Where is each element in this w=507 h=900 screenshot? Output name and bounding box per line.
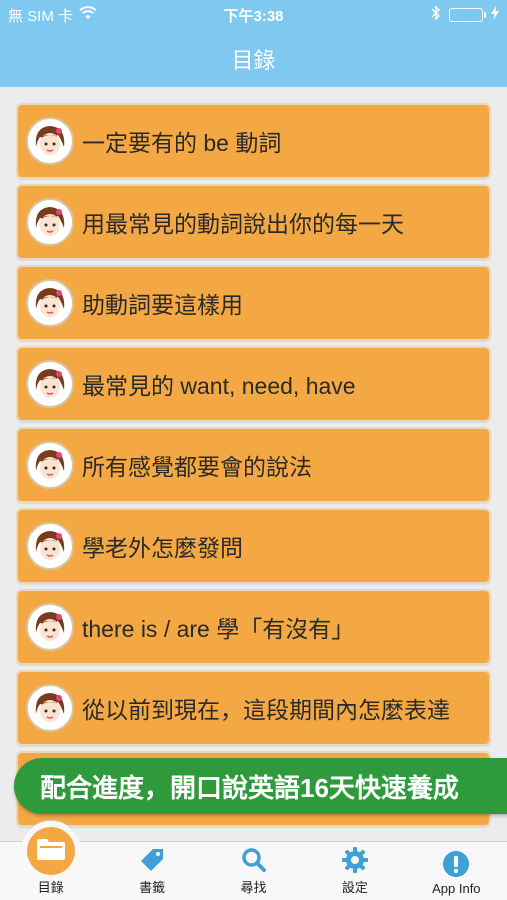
info-icon: [442, 847, 470, 881]
girl-avatar-icon: [26, 603, 74, 651]
girl-avatar-icon: [26, 360, 74, 408]
nav-bar: 目錄: [0, 30, 507, 87]
tab-label: 尋找: [240, 880, 267, 895]
girl-avatar-icon: [26, 522, 74, 570]
promo-banner: 配合進度，開口說英語16天快速養成: [14, 758, 507, 814]
list-item[interactable]: 助動詞要這樣用: [16, 265, 491, 341]
battery-icon: [449, 8, 486, 22]
list-item[interactable]: 用最常見的動詞說出你的每一天: [16, 184, 491, 260]
status-bar: 無 SIM 卡 下午3:38: [0, 0, 507, 30]
list-item-label: 用最常見的動詞說出你的每一天: [82, 211, 404, 237]
page-title: 目錄: [231, 47, 276, 73]
search-icon: [241, 843, 267, 877]
list-item[interactable]: 最常見的 want, need, have: [16, 346, 491, 422]
tab-app-info[interactable]: App Info: [406, 842, 507, 900]
list-item-label: 最常見的 want, need, have: [82, 373, 356, 399]
tab-label: 書籤: [139, 880, 166, 895]
girl-avatar-icon: [26, 198, 74, 246]
list-item-label: 學老外怎麼發問: [82, 535, 243, 561]
girl-avatar-icon: [26, 684, 74, 732]
list-item-label: 所有感覺都要會的說法: [82, 454, 312, 480]
bluetooth-icon: [431, 5, 441, 25]
list-item[interactable]: 所有感覺都要會的說法: [16, 427, 491, 503]
girl-avatar-icon: [26, 441, 74, 489]
tab-search[interactable]: 尋找: [203, 842, 304, 900]
list-item-label: 從以前到現在，這段期間內怎麼表達: [82, 697, 450, 723]
list-item-label: 助動詞要這樣用: [82, 292, 243, 318]
status-right: [431, 5, 499, 25]
tab-label: 設定: [341, 880, 368, 895]
tab-contents[interactable]: 目錄: [0, 820, 101, 900]
folder-icon: [36, 837, 66, 864]
tab-label: App Info: [432, 881, 481, 896]
list-item[interactable]: 學老外怎麼發問: [16, 508, 491, 584]
list-item-label: 一定要有的 be 動詞: [82, 130, 282, 156]
tab-active-indicator: [20, 820, 81, 880]
tab-bar: 目錄 書籤 尋找 設定 App Info: [0, 820, 507, 900]
girl-avatar-icon: [26, 117, 74, 165]
list-item[interactable]: there is / are 學「有沒有」: [16, 589, 491, 665]
list-item[interactable]: 從以前到現在，這段期間內怎麼表達: [16, 670, 491, 746]
wifi-icon: [79, 6, 97, 24]
list-item[interactable]: 一定要有的 be 動詞: [16, 103, 491, 179]
carrier-label: 無 SIM 卡: [8, 7, 74, 25]
chapter-list[interactable]: 一定要有的 be 動詞 用最常見的動詞說出你的每一天 助動詞要這樣用 最常見的 …: [0, 87, 507, 841]
status-left: 無 SIM 卡: [8, 5, 97, 26]
girl-avatar-icon: [26, 279, 74, 327]
tag-icon: [139, 843, 165, 877]
tab-settings[interactable]: 設定: [304, 842, 405, 900]
list-item-label: there is / are 學「有沒有」: [82, 616, 355, 642]
tab-bookmarks[interactable]: 書籤: [101, 842, 202, 900]
gear-icon: [341, 843, 369, 877]
charging-icon: [491, 6, 499, 24]
promo-text: 配合進度，開口說英語16天快速養成: [40, 772, 459, 803]
